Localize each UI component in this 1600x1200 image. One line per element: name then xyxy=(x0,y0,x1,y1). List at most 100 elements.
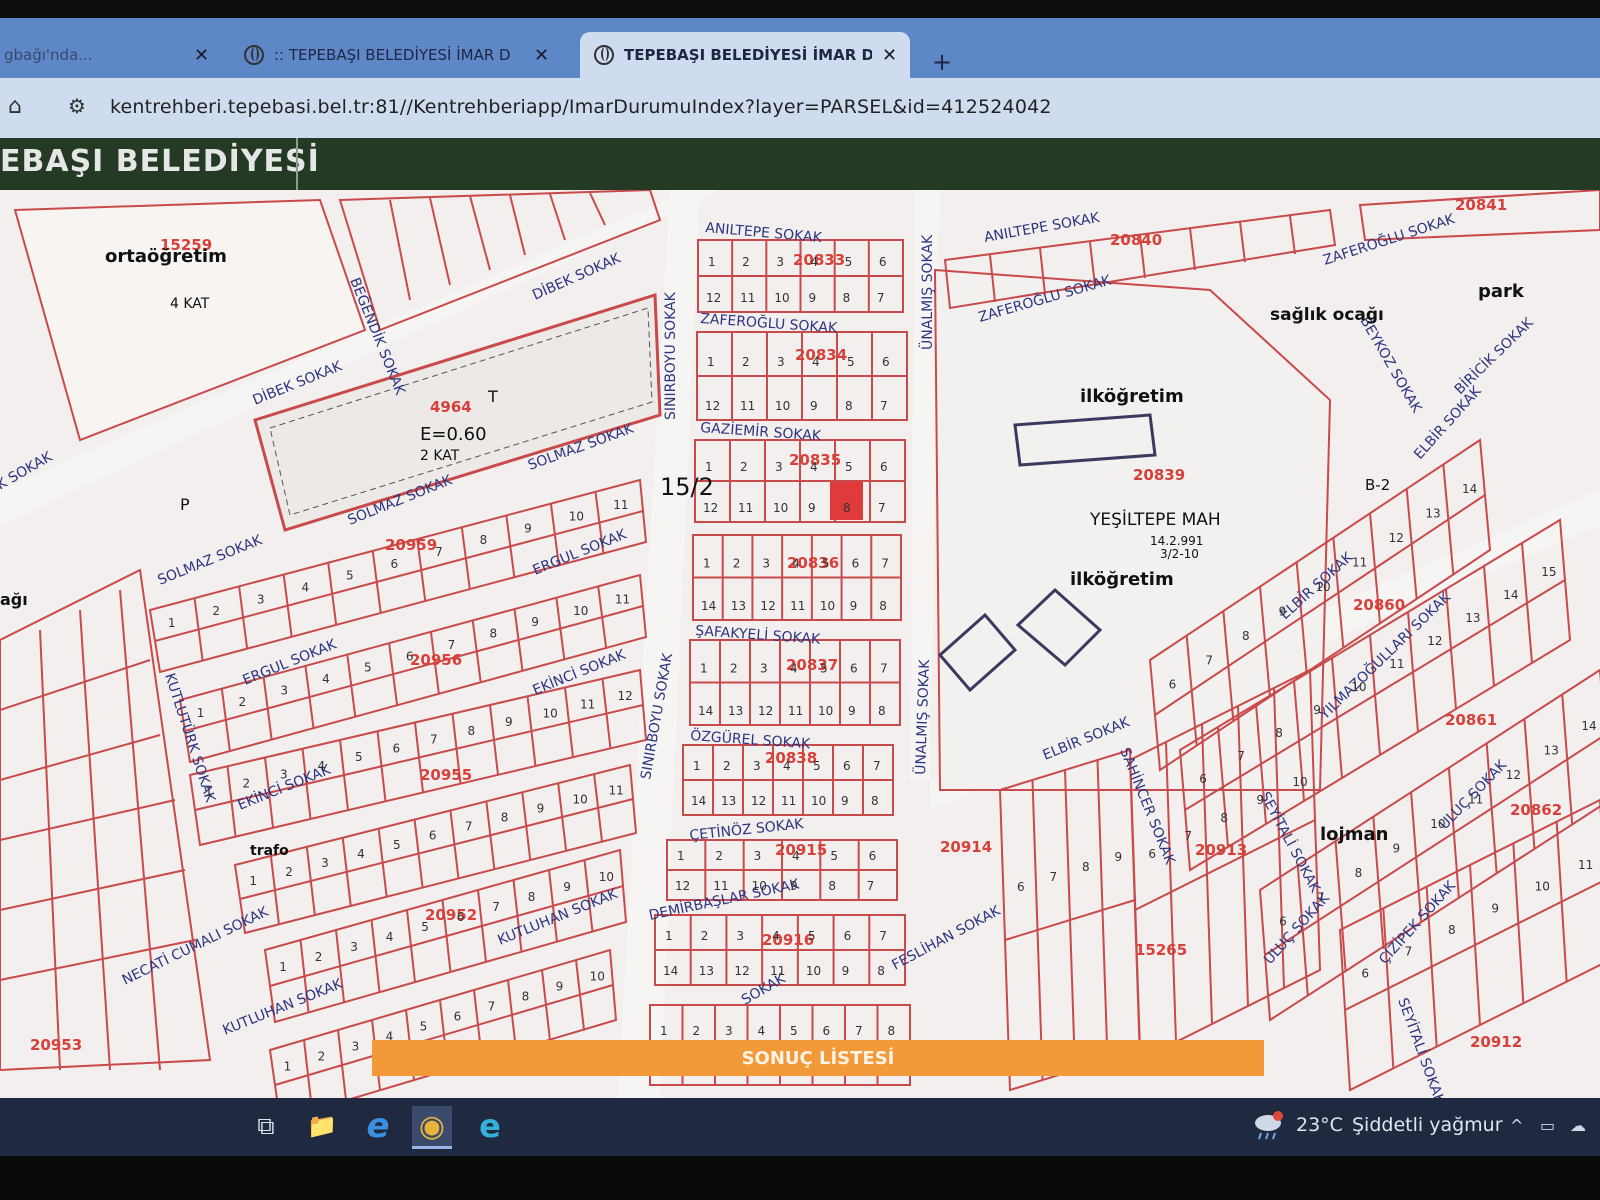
lot-number: 8 xyxy=(501,811,509,825)
lot-number: 11 xyxy=(713,879,728,893)
lot-number: 8 xyxy=(845,399,853,413)
lot-number: 12 xyxy=(758,704,773,718)
lot-number: 8 xyxy=(1082,860,1090,874)
lot-number: 2 xyxy=(315,950,323,964)
map-annotation: ortaöğretim xyxy=(105,246,227,267)
lot-number: 7 xyxy=(881,557,889,571)
lot-number: 9 xyxy=(1256,793,1264,807)
lot-number: 8 xyxy=(843,291,851,305)
rain-cloud-icon[interactable] xyxy=(1252,1110,1284,1140)
parcel-id: 20915 xyxy=(775,841,827,859)
url-field[interactable]: kentrehberi.tepebasi.bel.tr:81//Kentrehb… xyxy=(110,96,1052,118)
tab-title: :: TEPEBAŞI BELEDİYESİ İMAR D xyxy=(274,46,511,64)
lot-number: 8 xyxy=(1355,866,1363,880)
task-view-icon[interactable]: ⧉ xyxy=(246,1106,286,1146)
street-name: SOLMAZ SOKAK xyxy=(156,532,266,589)
lot-number: 12 xyxy=(751,794,766,808)
lot-number: 1 xyxy=(279,960,287,974)
lot-number: 8 xyxy=(1275,726,1283,740)
lot-number: 1 xyxy=(249,874,257,888)
tray-expand-icon[interactable]: ^ xyxy=(1510,1116,1523,1135)
lot-number: 14 xyxy=(1581,719,1596,733)
edge-icon[interactable]: e xyxy=(470,1106,510,1146)
lot-number: 9 xyxy=(1279,604,1287,618)
lot-number: 10 xyxy=(1535,880,1550,894)
lot-number: 9 xyxy=(563,880,571,894)
lot-number: 11 xyxy=(1389,657,1404,671)
map-annotation: ilköğretim xyxy=(1080,386,1184,407)
street-name: ANILTEPE SOKAK xyxy=(705,220,824,246)
lot-number: 3 xyxy=(753,759,761,773)
lot-number: 1 xyxy=(708,255,716,269)
weather-description: Şiddetli yağmur xyxy=(1352,1114,1503,1136)
site-settings-icon[interactable]: ⚙ xyxy=(68,94,86,118)
map-annotation: ağı xyxy=(0,590,28,609)
lot-number: 10 xyxy=(806,964,821,978)
lot-number: 8 xyxy=(528,890,536,904)
lot-number: 11 xyxy=(740,291,755,305)
lot-number: 12 xyxy=(705,399,720,413)
lot-number: 9 xyxy=(537,801,545,815)
lot-number: 3 xyxy=(725,1024,733,1038)
lot-number: 12 xyxy=(1427,634,1442,648)
browser-tab-1[interactable]: gbağı'nda... ✕ xyxy=(0,32,219,78)
map-annotation: 15/2 xyxy=(660,473,714,501)
map-canvas[interactable]: ANILTEPE SOKAK ANILTEPE SOKAK ZAFEROĞLU SO… xyxy=(0,190,1600,1098)
lot-number: 5 xyxy=(808,929,816,943)
map-annotation: 2 KAT xyxy=(420,448,460,464)
lot-number: 7 xyxy=(1050,870,1058,884)
lot-number: 5 xyxy=(845,460,853,474)
lot-number: 6 xyxy=(869,849,877,863)
browser-tab-2[interactable]: :: TEPEBAŞI BELEDİYESİ İMAR D ✕ xyxy=(244,32,574,78)
lot-number: 8 xyxy=(877,964,885,978)
lot-number: 3 xyxy=(762,557,770,571)
result-list-button[interactable]: SONUÇ LİSTESİ xyxy=(372,1040,1264,1076)
close-tab-icon[interactable]: ✕ xyxy=(534,45,549,66)
lot-number: 8 xyxy=(879,599,887,613)
close-tab-icon[interactable]: ✕ xyxy=(882,45,897,66)
lot-number: 11 xyxy=(580,698,595,712)
weather-temperature: 23°C xyxy=(1296,1114,1343,1136)
chrome-icon[interactable]: ◉ xyxy=(412,1106,452,1149)
internet-explorer-icon[interactable]: e xyxy=(358,1106,398,1146)
street-name: SINIRBOYU SOKAK xyxy=(663,291,679,420)
lot-number: 10 xyxy=(820,599,835,613)
lot-number: 4 xyxy=(792,557,800,571)
map-annotation: T xyxy=(487,387,498,406)
map-annotation: trafo xyxy=(250,843,289,859)
new-tab-button[interactable]: + xyxy=(932,48,952,76)
file-explorer-icon[interactable]: 📁 xyxy=(302,1106,342,1146)
close-tab-icon[interactable]: ✕ xyxy=(194,45,209,66)
lot-number: 5 xyxy=(421,920,429,934)
lot-number: 3 xyxy=(280,768,288,782)
parcel-id: 20840 xyxy=(1110,231,1162,249)
street-name: NECATİ CUMALI SOKAK xyxy=(119,902,272,989)
lot-number: 3 xyxy=(760,662,768,676)
parcel-id: 15265 xyxy=(1135,941,1187,959)
lot-number: 6 xyxy=(844,929,852,943)
street-name: ÜNALMIŞ SOKAK xyxy=(918,234,936,350)
lot-number: 10 xyxy=(774,291,789,305)
lot-number: 6 xyxy=(882,355,890,369)
lot-number: 5 xyxy=(393,838,401,852)
home-icon[interactable]: ⌂ xyxy=(8,94,22,119)
zoning-map[interactable]: ANILTEPE SOKAK ANILTEPE SOKAK ZAFEROĞLU SO… xyxy=(0,190,1600,1098)
lot-number: 6 xyxy=(1017,880,1025,894)
network-icon[interactable]: ☁ xyxy=(1570,1116,1586,1135)
lot-number: 6 xyxy=(843,759,851,773)
parcel-id: 20834 xyxy=(795,346,847,364)
map-annotation: sağlık ocağı xyxy=(1270,305,1384,325)
lot-number: 11 xyxy=(738,501,753,515)
lot-number: 4 xyxy=(792,849,800,863)
site-banner: EBAŞI BELEDİYESİ xyxy=(0,138,1600,190)
lot-number: 6 xyxy=(852,557,860,571)
lot-number: 4 xyxy=(322,672,330,686)
monitor-screen: gbağı'nda... ✕ :: TEPEBAŞI BELEDİYESİ İM… xyxy=(0,0,1600,1200)
map-annotation: 14.2.991 xyxy=(1150,534,1203,548)
lot-number: 13 xyxy=(728,704,743,718)
lot-number: 1 xyxy=(665,929,673,943)
battery-icon[interactable]: ▭ xyxy=(1540,1116,1555,1135)
lot-number: 8 xyxy=(878,704,886,718)
browser-tab-3[interactable]: TEPEBAŞI BELEDİYESİ İMAR DU ✕ xyxy=(580,32,910,78)
lot-number: 3 xyxy=(775,460,783,474)
